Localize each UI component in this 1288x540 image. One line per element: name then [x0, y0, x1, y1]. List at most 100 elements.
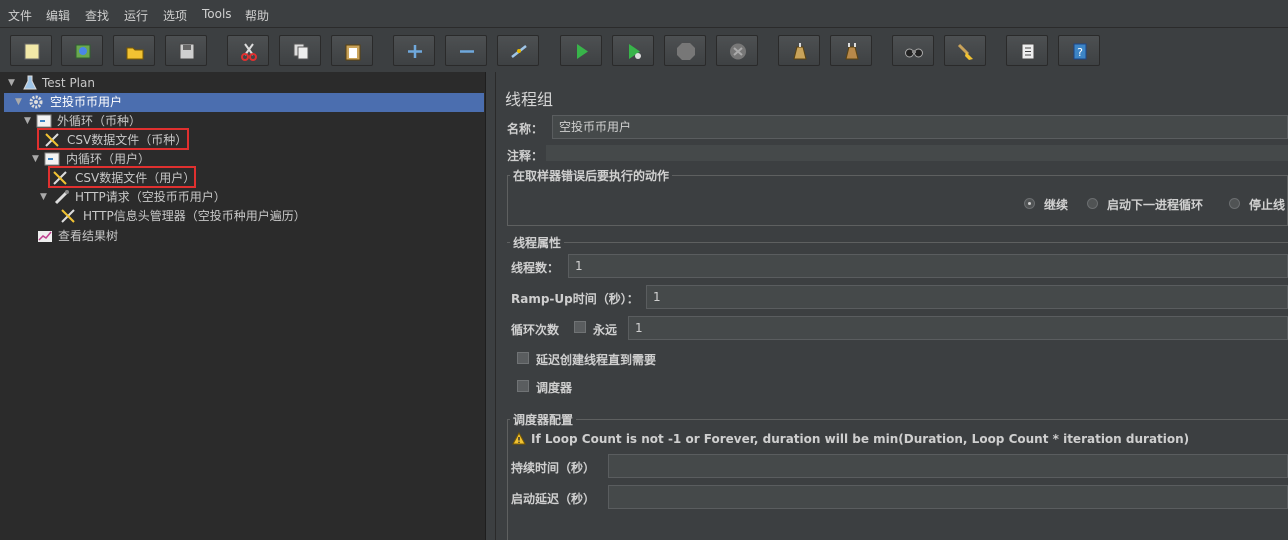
- cut-button[interactable]: [227, 35, 269, 66]
- scheduler-config-title: 调度器配置: [510, 411, 577, 428]
- start-no-pause-icon: [629, 44, 641, 59]
- paste-button[interactable]: [331, 35, 373, 66]
- templates-icon: [75, 44, 91, 59]
- start-button[interactable]: [560, 35, 602, 66]
- stop-icon: [677, 43, 695, 60]
- copy-icon: [293, 43, 309, 60]
- loop-controller-icon: [44, 152, 60, 166]
- listener-graph-icon: [38, 231, 52, 242]
- svg-text:?: ?: [1077, 46, 1083, 59]
- shutdown-icon: [730, 43, 746, 60]
- panel-title: 线程组: [505, 90, 554, 109]
- menu-file[interactable]: 文件: [8, 7, 32, 24]
- continue-radio[interactable]: [1024, 198, 1035, 209]
- clear-all-button[interactable]: [830, 35, 872, 66]
- threads-field[interactable]: 1: [568, 254, 1288, 278]
- name-field[interactable]: 空投币币用户: [552, 115, 1288, 139]
- tree-label: 空投币币用户: [50, 95, 123, 109]
- menu-edit[interactable]: 编辑: [46, 7, 70, 24]
- forever-checkbox[interactable]: [574, 321, 586, 333]
- start-no-pause-button[interactable]: [612, 35, 654, 66]
- warning-text: If Loop Count is not -1 or Forever, dura…: [531, 432, 1190, 446]
- tree-label: HTTP请求（空投币币用户）: [75, 190, 226, 204]
- cut-icon: [241, 43, 257, 61]
- error-action-title: 在取样器错误后要执行的动作: [510, 167, 673, 184]
- help-icon: ?: [1073, 43, 1087, 60]
- loop-controller-icon: [36, 114, 52, 128]
- collapse-triangle-icon[interactable]: ▼: [24, 112, 31, 130]
- menu-tools[interactable]: Tools: [202, 7, 232, 21]
- save-icon: [179, 43, 195, 60]
- new-button[interactable]: [10, 35, 52, 66]
- delay-thread-label: 延迟创建线程直到需要: [536, 353, 657, 367]
- toolbar: ?: [0, 29, 1288, 72]
- gear-icon: [29, 95, 43, 109]
- reset-search-button[interactable]: [944, 35, 986, 66]
- expand-button[interactable]: [393, 35, 435, 66]
- new-icon: [24, 43, 40, 60]
- function-helper-icon: [1021, 43, 1035, 60]
- save-button[interactable]: [165, 35, 207, 66]
- shutdown-button[interactable]: [716, 35, 758, 66]
- paste-icon: [345, 44, 361, 61]
- config-tool-icon: [61, 209, 75, 223]
- continue-label: 继续: [1044, 198, 1069, 212]
- menu-search[interactable]: 查找: [85, 7, 109, 24]
- toggle-button[interactable]: [497, 35, 539, 66]
- copy-button[interactable]: [279, 35, 321, 66]
- collapse-triangle-icon[interactable]: ▼: [8, 74, 15, 92]
- collapse-triangle-icon[interactable]: ▼: [40, 188, 47, 206]
- duration-field[interactable]: [608, 454, 1288, 478]
- tree-label: Test Plan: [42, 76, 95, 90]
- comment-field[interactable]: [546, 145, 1288, 161]
- collapse-triangle-icon[interactable]: ▼: [15, 93, 22, 111]
- scheduler-checkbox[interactable]: [517, 380, 529, 392]
- toggle-icon: [511, 45, 527, 58]
- open-icon: [126, 47, 144, 60]
- rampup-label: Ramp-Up时间（秒）：: [511, 292, 639, 306]
- collapse-button[interactable]: [445, 35, 487, 66]
- stop-button[interactable]: [664, 35, 706, 66]
- delay-thread-checkbox[interactable]: [517, 352, 529, 364]
- expand-icon: [408, 45, 422, 58]
- thread-props-title: 线程属性: [510, 234, 565, 251]
- next-loop-label: 启动下一进程循环: [1107, 198, 1204, 212]
- open-button[interactable]: [113, 35, 155, 66]
- name-label: 名称：: [507, 122, 544, 136]
- rampup-field[interactable]: 1: [646, 285, 1288, 309]
- templates-button[interactable]: [61, 35, 103, 66]
- help-button[interactable]: ?: [1058, 35, 1100, 66]
- loop-count-field[interactable]: 1: [628, 316, 1288, 340]
- search-icon: [905, 48, 923, 58]
- startup-delay-field[interactable]: [608, 485, 1288, 509]
- reset-search-icon: [957, 43, 973, 60]
- tree-label: 查看结果树: [58, 229, 119, 243]
- start-icon: [577, 44, 588, 59]
- function-helper-button[interactable]: [1006, 35, 1048, 66]
- loop-count-label: 循环次数: [511, 323, 560, 337]
- stop-thread-radio[interactable]: [1229, 198, 1240, 209]
- warning-icon: [512, 432, 526, 445]
- collapse-triangle-icon[interactable]: ▼: [32, 150, 39, 168]
- split-pane-divider[interactable]: [486, 72, 496, 540]
- search-button[interactable]: [892, 35, 934, 66]
- duration-label: 持续时间（秒）: [511, 461, 596, 475]
- highlight-box: [37, 128, 189, 150]
- thread-group-panel: 线程组 名称： 空投币币用户 注释： 在取样器错误后要执行的动作 继续 启动下一…: [497, 72, 1288, 540]
- highlight-box: [48, 166, 196, 188]
- collapse-icon: [460, 50, 474, 53]
- threads-label: 线程数：: [511, 261, 560, 275]
- startup-delay-label: 启动延迟（秒）: [511, 492, 596, 506]
- menu-bar: 文件 编辑 查找 运行 选项 Tools 帮助: [0, 0, 1288, 28]
- tree-label: HTTP信息头管理器（空投币种用户遍历）: [83, 209, 306, 223]
- menu-help[interactable]: 帮助: [245, 7, 269, 24]
- menu-run[interactable]: 运行: [124, 7, 148, 24]
- forever-label: 永远: [593, 323, 618, 337]
- sampler-pipette-icon: [54, 190, 69, 205]
- clear-button[interactable]: [778, 35, 820, 66]
- clear-icon: [793, 43, 807, 60]
- menu-options[interactable]: 选项: [163, 7, 187, 24]
- comment-label: 注释：: [507, 149, 544, 163]
- clear-all-icon: [845, 43, 859, 60]
- next-loop-radio[interactable]: [1087, 198, 1098, 209]
